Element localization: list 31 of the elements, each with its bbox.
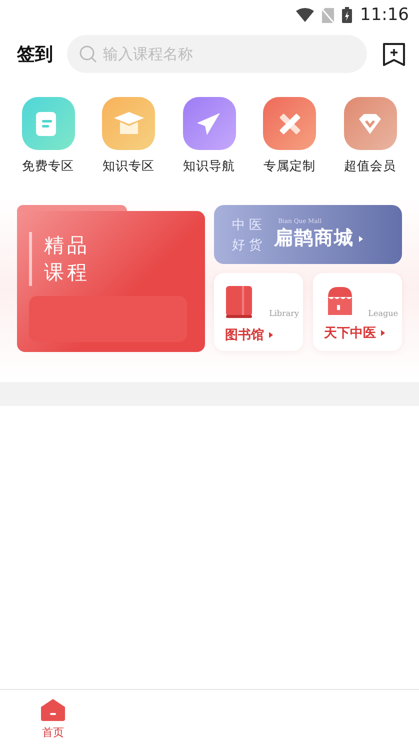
mall-title: 扁鹊商城: [274, 225, 364, 251]
mall-tag: 好 货: [232, 236, 262, 254]
home-icon: [40, 698, 66, 722]
shortcut-label[interactable]: 知识导航: [183, 158, 235, 175]
book-icon: [225, 285, 253, 319]
add-bookmark-button[interactable]: [381, 41, 407, 67]
card-title: 图书馆: [225, 326, 303, 344]
category-card[interactable]: Library 图书馆: [214, 273, 303, 351]
shortcut-button[interactable]: [263, 97, 316, 150]
shortcut-button[interactable]: [344, 97, 396, 150]
shortcut-button[interactable]: [102, 97, 155, 150]
shortcut-label[interactable]: 专属定制: [264, 158, 316, 175]
battery-icon: [342, 7, 352, 23]
clock-time: 11:16: [360, 5, 409, 25]
shortcut-label[interactable]: 知识专区: [102, 158, 154, 175]
card-title: 课程: [44, 259, 91, 286]
shortcut-label[interactable]: 免费专区: [22, 158, 74, 175]
card-title: 天下中医: [324, 324, 402, 342]
shortcut-button[interactable]: [22, 97, 74, 150]
mall-tag: 中 医: [232, 216, 262, 234]
search-icon: [79, 45, 97, 63]
wifi-icon: [296, 8, 314, 22]
card-caption: Library: [269, 309, 299, 318]
shortcut-label[interactable]: 超值会员: [344, 158, 396, 175]
card-title: 精品: [44, 232, 91, 259]
home-tab[interactable]: 首页: [23, 690, 83, 746]
category-card[interactable]: League 天下中医: [313, 273, 402, 351]
shortcut-button[interactable]: [182, 97, 236, 150]
no-sim-icon: [322, 8, 334, 22]
card-caption: League: [368, 309, 398, 318]
check-in-link[interactable]: 签到: [17, 42, 53, 66]
